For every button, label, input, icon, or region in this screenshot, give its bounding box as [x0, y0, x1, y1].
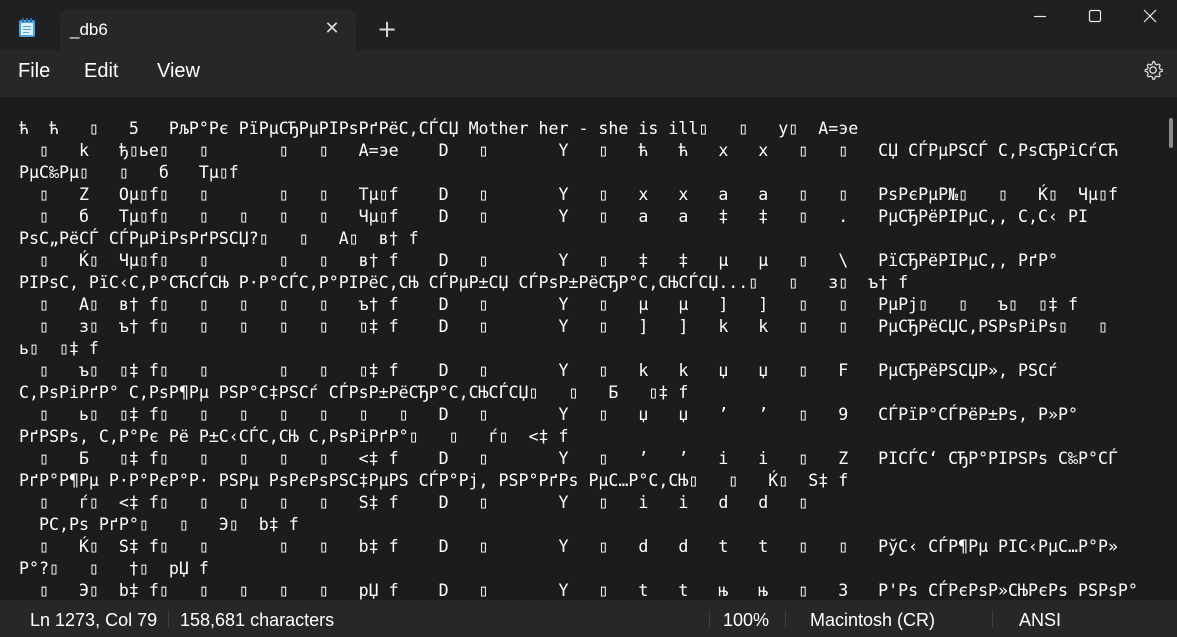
text-line[interactable]: Р°?▯ ▯ †▯ pЏ f [19, 558, 1159, 580]
status-divider [785, 610, 786, 628]
text-line[interactable]: ▯ A▯ в† f▯ ▯ ▯ ▯ ▯ ъ† f D ▯ Y ▯ µ µ ] ] … [19, 294, 1159, 316]
text-line[interactable]: ћ ћ ▯ 5 РљР°Рє РїРµСЂРµРІРѕРґРёС‚СЃСЏ Mo… [19, 118, 1159, 140]
close-icon [1143, 9, 1157, 23]
text-line[interactable]: ▯ k ђ▯ье▯ ▯ ▯ ▯ A=эе D ▯ Y ▯ ћ ћ x x ▯ ▯… [19, 140, 1159, 162]
text-line[interactable]: ▯ Э▯ b‡ f▯ ▯ ▯ ▯ ▯ pЏ f D ▯ Y ▯ t t њ њ … [19, 580, 1159, 600]
text-line[interactable]: РІРѕС‚ РїС‹С‚Р°СЋСЃСЊ Р·Р°СЃС‚Р°РІРёС‚СЊ… [19, 272, 1159, 294]
scrollbar-thumb[interactable] [1169, 118, 1173, 148]
close-window-button[interactable] [1121, 0, 1177, 32]
editor-text[interactable]: ћ ћ ▯ 5 РљР°Рє РїРµСЂРµРІРѕРґРёС‚СЃСЏ Mo… [19, 118, 1159, 600]
text-line[interactable]: РґРЅРѕ, С‚Р°Рє Рё Р±С‹СЃС‚СЊ С‚РѕРіРґР°▯… [19, 426, 1159, 448]
maximize-button[interactable] [1066, 0, 1124, 32]
text-line[interactable]: ▯ Ќ▯ Чµ▯f▯ ▯ ▯ ▯ в† f D ▯ Y ▯ ‡ ‡ µ µ ▯ … [19, 250, 1159, 272]
text-line[interactable]: РµС‰Рµ▯ ▯ б Тµ▯f [19, 162, 1159, 184]
close-tab-icon[interactable]: ✕ [322, 19, 342, 39]
menu-bar: File Edit View [0, 50, 1177, 98]
text-line[interactable]: ▯ б Тµ▯f▯ ▯ ▯ ▯ ▯ Чµ▯f D ▯ Y ▯ a a ‡ ‡ ▯… [19, 206, 1159, 228]
text-editor[interactable]: ћ ћ ▯ 5 РљР°Рє РїРµСЂРµРІРѕРґРёС‚СЃСЏ Mo… [0, 98, 1166, 600]
tab-db6[interactable]: _db6 ✕ [60, 10, 356, 50]
text-line[interactable]: ь▯ ▯‡ f [19, 338, 1159, 360]
text-line[interactable]: ▯ Б ▯‡ f▯ ▯ ▯ ▯ ▯ <‡ f D ▯ Y ▯ ’ ’ i i ▯… [19, 448, 1159, 470]
vertical-scrollbar[interactable] [1166, 98, 1177, 600]
status-divider [168, 610, 169, 628]
text-line[interactable]: ▯ Ќ▯ S‡ f▯ ▯ ▯ ▯ b‡ f D ▯ Y ▯ d d t t ▯ … [19, 536, 1159, 558]
status-divider [992, 610, 993, 628]
text-line[interactable]: ▯ ѓ▯ <‡ f▯ ▯ ▯ ▯ ▯ S‡ f D ▯ Y ▯ i i d d … [19, 492, 1159, 514]
menu-file[interactable]: File [18, 60, 50, 83]
minimize-button[interactable] [1011, 0, 1069, 32]
encoding[interactable]: ANSI [1019, 610, 1061, 631]
zoom-level[interactable]: 100% [723, 610, 769, 631]
maximize-icon [1088, 9, 1102, 23]
character-count: 158,681 characters [180, 610, 335, 630]
status-divider [709, 610, 710, 628]
minimize-icon [1034, 15, 1046, 18]
new-tab-button[interactable]: + [376, 17, 398, 41]
notepad-icon [18, 18, 36, 38]
text-line[interactable]: ▯ Z Oµ▯f▯ ▯ ▯ ▯ Тµ▯f D ▯ Y ▯ x x a a ▯ ▯… [19, 184, 1159, 206]
text-line[interactable]: ▯ ъ▯ ▯‡ f▯ ▯ ▯ ▯ ▯‡ f D ▯ Y ▯ k k џ џ ▯ … [19, 360, 1159, 382]
text-line[interactable]: РѕС„РёСЃ СЃРµРіРѕРґРЅСЏ?▯ ▯ A▯ в† f [19, 228, 1159, 250]
text-line[interactable]: ▯ з▯ ъ† f▯ ▯ ▯ ▯ ▯ ▯‡ f D ▯ Y ▯ ] ] k k … [19, 316, 1159, 338]
cursor-position: Ln 1273, Col 79 [30, 610, 158, 630]
tab-title: _db6 [70, 20, 108, 39]
gear-icon[interactable] [1142, 59, 1164, 81]
text-line[interactable]: С‚РѕРіРґР° С‚РѕР¶Рµ РЅР°С‡РЅСѓ СЃРѕР±РёС… [19, 382, 1159, 404]
text-line[interactable]: РС‚Рѕ РґР°▯ ▯ Э▯ b‡ f [19, 514, 1159, 536]
text-line[interactable]: РґР°Р¶Рµ Р·Р°РєР°Р· РЅРµ РѕРєРѕРЅС‡РµРЅ … [19, 470, 1159, 492]
title-bar: _db6 ✕ + [0, 0, 1177, 50]
menu-view[interactable]: View [157, 60, 200, 83]
line-ending[interactable]: Macintosh (CR) [810, 610, 935, 631]
status-bar: Ln 1273, Col 79 158,681 characters 100% … [0, 600, 1177, 637]
menu-edit[interactable]: Edit [84, 60, 118, 83]
text-line[interactable]: ▯ ь▯ ▯‡ f▯ ▯ ▯ ▯ ▯ ▯ ▯ D ▯ Y ▯ џ џ ’ ’ ▯… [19, 404, 1159, 426]
